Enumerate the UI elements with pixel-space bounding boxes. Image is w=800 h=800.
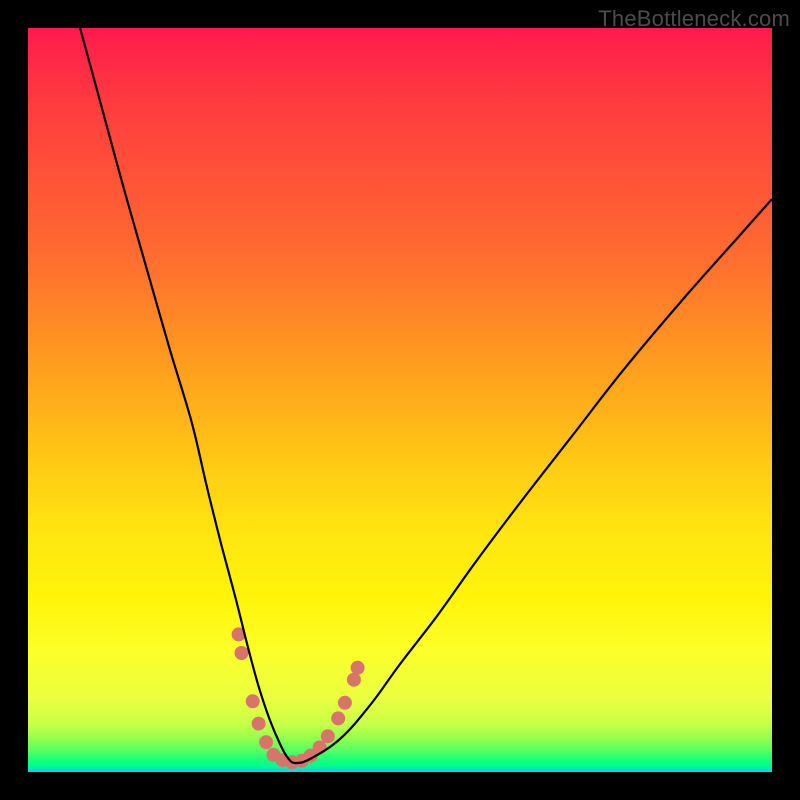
marker-dot — [331, 711, 345, 725]
watermark-text: TheBottleneck.com — [598, 6, 790, 32]
chart-frame: TheBottleneck.com — [0, 0, 800, 800]
marker-dot — [235, 646, 249, 660]
marker-dot — [338, 696, 352, 710]
marker-dot — [347, 673, 361, 687]
curve-layer — [28, 28, 772, 772]
marker-dot — [252, 717, 266, 731]
marker-dot — [259, 735, 273, 749]
marker-dot — [246, 694, 260, 708]
marker-dots — [232, 627, 365, 769]
bottleneck-curve-path — [80, 28, 772, 763]
marker-dot — [351, 661, 365, 675]
marker-dot — [321, 729, 335, 743]
plot-area — [28, 28, 772, 772]
